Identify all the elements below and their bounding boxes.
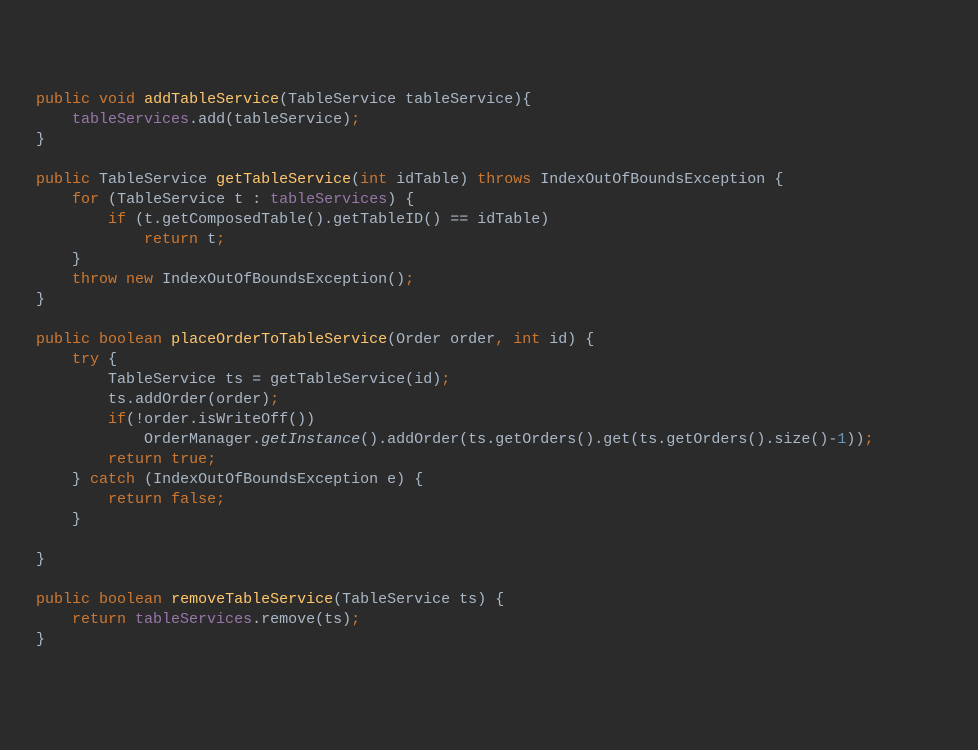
code-editor[interactable]: public void addTableService(TableService… (0, 90, 978, 650)
code-line: } (0, 511, 81, 528)
code-line: for (TableService t : tableServices) { (0, 191, 414, 208)
code-line: if (t.getComposedTable().getTableID() ==… (0, 211, 549, 228)
code-line: OrderManager.getInstance().addOrder(ts.g… (0, 431, 873, 448)
code-line: return true; (0, 451, 216, 468)
code-line: } (0, 631, 45, 648)
code-line: throw new IndexOutOfBoundsException(); (0, 271, 414, 288)
code-line: TableService ts = getTableService(id); (0, 371, 450, 388)
code-line: public TableService getTableService(int … (0, 171, 783, 188)
code-line: } catch (IndexOutOfBoundsException e) { (0, 471, 423, 488)
code-line: return false; (0, 491, 225, 508)
code-line: } (0, 251, 81, 268)
code-line: ts.addOrder(order); (0, 391, 279, 408)
code-line: try { (0, 351, 117, 368)
code-line: public boolean placeOrderToTableService(… (0, 331, 594, 348)
code-line: public boolean removeTableService(TableS… (0, 591, 504, 608)
code-line: public void addTableService(TableService… (0, 91, 531, 108)
code-line: } (0, 551, 45, 568)
code-line: tableServices.add(tableService); (0, 111, 360, 128)
code-line: } (0, 291, 45, 308)
code-line: } (0, 131, 45, 148)
code-line: return t; (0, 231, 225, 248)
code-line: if(!order.isWriteOff()) (0, 411, 315, 428)
code-line: return tableServices.remove(ts); (0, 611, 360, 628)
